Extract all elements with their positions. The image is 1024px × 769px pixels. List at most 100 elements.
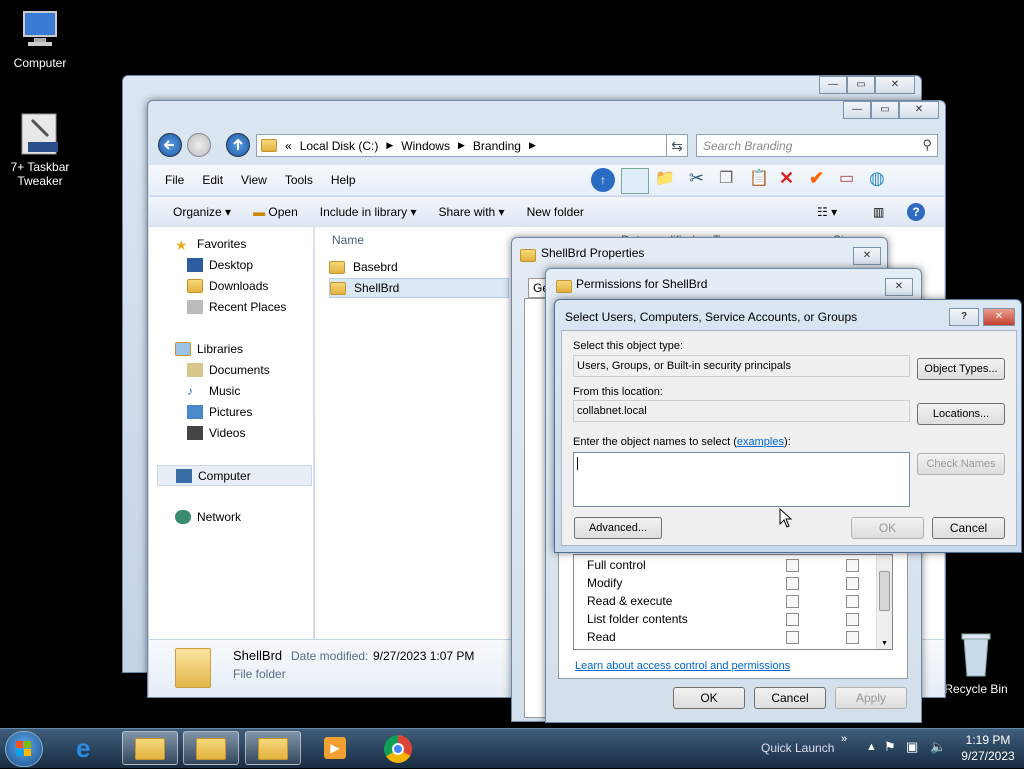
start-button[interactable] [5,731,43,767]
perm-deny-checkbox[interactable] [846,631,859,644]
address-part-3[interactable]: Branding [473,139,521,153]
delete-icon[interactable]: ✕ [779,168,803,194]
media-player-taskbar-icon[interactable]: ▶ [308,733,364,767]
explorer-taskbar-button-1[interactable] [122,731,178,765]
menu-file[interactable]: File [165,173,184,187]
up-folder-icon[interactable]: ↑ [591,168,615,192]
copy-icon[interactable]: ❐ [719,168,743,194]
paste-icon[interactable]: 📋 [749,168,773,194]
pane-toggle-icon[interactable] [621,168,649,194]
perm-allow-checkbox[interactable] [786,631,799,644]
nav-recent[interactable]: Recent Places [187,300,286,314]
explorer-taskbar-button-2[interactable] [183,731,239,765]
nav-network[interactable]: Network [175,510,241,524]
close-button[interactable]: ✕ [853,247,881,265]
permissions-apply-button[interactable]: Apply [835,687,907,709]
search-input[interactable]: Search Branding ⚲ [696,134,938,157]
folder-options-icon[interactable]: 📁 [655,168,683,194]
volume-icon[interactable]: 🔈 [930,739,946,755]
list-item[interactable]: ShellBrd [329,278,509,298]
nav-desktop[interactable]: Desktop [187,258,253,272]
nav-favorites[interactable]: ★ Favorites [175,237,246,253]
examples-link[interactable]: examples [737,436,784,448]
chrome-taskbar-icon[interactable] [370,733,426,767]
recycle-bin-desktop-icon[interactable]: Recycle Bin [936,630,1016,696]
show-hidden-icons[interactable]: ▲ [866,741,877,753]
close-button[interactable]: ✕ [983,308,1015,326]
nav-computer[interactable]: Computer [157,465,312,486]
nav-pictures[interactable]: Pictures [187,405,252,419]
select-ok-button[interactable]: OK [851,517,924,539]
nav-music[interactable]: ♪ Music [187,384,240,398]
close-button[interactable]: ✕ [899,101,939,119]
checkmark-icon[interactable]: ✔ [809,168,833,194]
help-button[interactable]: ? [949,308,979,326]
menu-view[interactable]: View [241,173,267,187]
explorer-taskbar-button-3[interactable] [245,731,301,765]
object-names-input[interactable] [573,452,910,507]
scroll-thumb[interactable] [879,571,890,611]
close-button[interactable]: ✕ [875,76,915,94]
perm-deny-checkbox[interactable] [846,559,859,572]
perm-deny-checkbox[interactable] [846,595,859,608]
back-button[interactable] [158,133,182,157]
new-folder-button[interactable]: New folder [527,205,584,219]
perm-scrollbar[interactable]: ▼ [876,555,892,649]
select-users-dialog[interactable]: Select Users, Computers, Service Account… [554,299,1022,553]
organize-button[interactable]: Organize ▾ [173,205,231,219]
cut-icon[interactable]: ✂ [689,168,713,194]
up-button[interactable] [226,133,250,157]
permissions-cancel-button[interactable]: Cancel [754,687,826,709]
minimize-button[interactable]: — [819,76,847,94]
forward-button[interactable] [187,133,211,157]
perm-deny-checkbox[interactable] [846,577,859,590]
learn-access-link[interactable]: Learn about access control and permissio… [575,660,790,672]
locations-button[interactable]: Locations... [917,403,1005,425]
perm-allow-checkbox[interactable] [786,559,799,572]
object-types-button[interactable]: Object Types... [917,358,1005,380]
ie-taskbar-icon[interactable]: e [62,733,118,767]
perm-allow-checkbox[interactable] [786,577,799,590]
quick-launch-label[interactable]: Quick Launch [761,741,834,755]
column-header-name[interactable]: Name [332,233,364,247]
include-library-button[interactable]: Include in library ▾ [320,205,417,219]
nav-downloads[interactable]: Downloads [187,279,268,293]
menu-tools[interactable]: Tools [285,173,313,187]
address-part-2[interactable]: Windows [401,139,450,153]
nav-documents[interactable]: Documents [187,363,270,377]
address-bar[interactable]: « Local Disk (C:) ▶ Windows ▶ Branding ▶… [256,134,688,157]
close-button[interactable]: ✕ [885,278,913,296]
advanced-button[interactable]: Advanced... [574,517,662,539]
shell-icon[interactable]: ◍ [869,168,895,194]
breadcrumb-arrow-icon[interactable]: ▶ [529,140,536,151]
check-names-button[interactable]: Check Names [917,453,1005,475]
network-status-icon[interactable]: ▣ [906,739,918,755]
help-icon[interactable]: ? [907,202,925,221]
perm-deny-checkbox[interactable] [846,613,859,626]
perm-allow-checkbox[interactable] [786,613,799,626]
tweaker-desktop-icon[interactable]: 7+ Taskbar Tweaker [0,112,80,188]
select-cancel-button[interactable]: Cancel [932,517,1005,539]
menu-edit[interactable]: Edit [202,173,223,187]
open-button[interactable]: ▬ Open [253,205,298,219]
nav-libraries[interactable]: Libraries [175,342,243,356]
clock[interactable]: 1:19 PM 9/27/2023 [956,733,1020,763]
permissions-ok-button[interactable]: OK [673,687,745,709]
minimize-button[interactable]: — [843,101,871,119]
quick-launch-chevron-icon[interactable]: » [841,733,847,745]
nav-videos[interactable]: Videos [187,426,245,440]
properties-icon[interactable]: ▭ [839,168,863,194]
scroll-down-icon[interactable]: ▼ [881,640,888,647]
refresh-button[interactable]: ⇆ [666,134,688,157]
share-button[interactable]: Share with ▾ [439,205,505,219]
breadcrumb-arrow-icon[interactable]: ▶ [386,140,393,151]
action-center-icon[interactable]: ⚑ [884,739,896,755]
breadcrumb-arrow-icon[interactable]: ▶ [458,140,465,151]
maximize-button[interactable]: ▭ [871,101,899,119]
view-options-icon[interactable]: ☷ ▾ [817,205,837,219]
address-part-1[interactable]: Local Disk (C:) [300,139,379,153]
preview-pane-icon[interactable]: ▥ [873,205,884,219]
perm-allow-checkbox[interactable] [786,595,799,608]
computer-desktop-icon[interactable]: Computer [0,8,80,70]
list-item[interactable]: Basebrd [329,257,509,277]
